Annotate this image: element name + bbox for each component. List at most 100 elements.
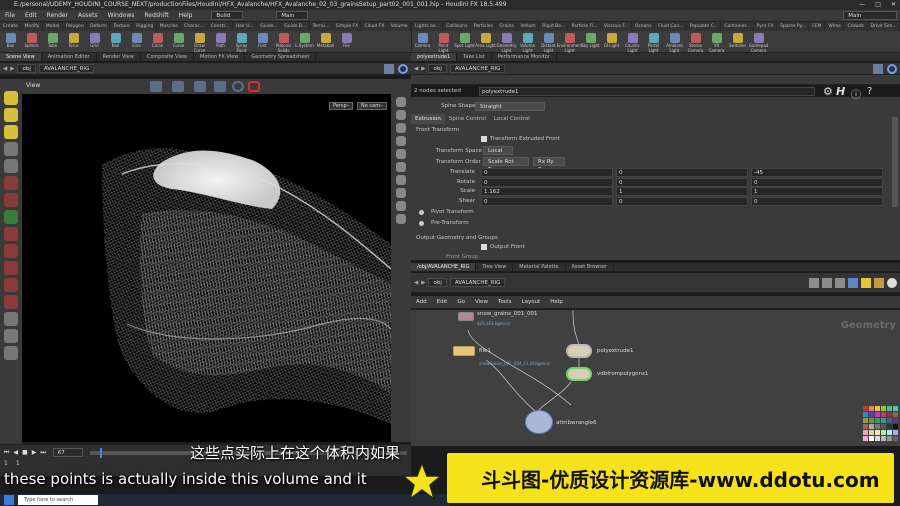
path-node[interactable]: AVALANCHE_RIG (38, 64, 95, 73)
shelf-tab-12[interactable]: Guide B... (281, 22, 310, 31)
shelf-tab-right-12[interactable]: Pyro FX (754, 22, 778, 31)
scene-tab-0[interactable]: Scene View (0, 53, 42, 61)
minimize-icon[interactable]: — (859, 0, 865, 10)
param-path-node[interactable]: AVALANCHE_RIG (449, 64, 506, 73)
palette-swatch-15[interactable] (881, 418, 886, 423)
tool-right-10[interactable]: Caustic Light (622, 33, 643, 53)
tool-7[interactable]: Circle (147, 33, 168, 53)
shelf-tab-right-7[interactable]: Viscous F... (601, 22, 632, 31)
node-name-field[interactable]: polyextrude1 (479, 87, 815, 96)
tool-11[interactable]: Spray Paint (231, 33, 252, 53)
net-menu-5[interactable]: Layout (517, 299, 546, 305)
scene-tab-4[interactable]: Motion FX View (194, 53, 246, 61)
display-icon[interactable] (396, 97, 406, 107)
param-link-icon[interactable] (887, 63, 897, 74)
shelf-tab-right-8[interactable]: Oceans (632, 22, 656, 31)
tool-1[interactable]: Sphere (21, 33, 42, 53)
palette-swatch-19[interactable] (869, 424, 874, 429)
shading-icon[interactable] (396, 110, 406, 120)
pin-icon[interactable] (384, 63, 394, 74)
link-icon[interactable] (398, 63, 408, 74)
menu-help[interactable]: Help (174, 10, 198, 22)
shelf-tab-7[interactable]: Muscles (157, 22, 182, 31)
menu-windows[interactable]: Windows (103, 10, 140, 22)
eye-icon[interactable] (887, 277, 897, 288)
param-tab-0[interactable]: polyextrude1 (411, 53, 458, 61)
shelf-tab-10[interactable]: Hair U... (233, 22, 258, 31)
handle-tool-icon[interactable] (194, 81, 206, 92)
param-path-context[interactable]: obj (428, 64, 447, 73)
range-end[interactable]: 1 (16, 460, 20, 467)
bone-icon[interactable] (4, 261, 18, 275)
play-forward-icon[interactable]: ⏭ (40, 449, 45, 457)
palette-swatch-30[interactable] (863, 436, 868, 441)
node-vdbfrompolygons1[interactable] (566, 367, 592, 381)
network-tab-2[interactable]: Material Palette (513, 263, 566, 271)
tool-2[interactable]: Tube (42, 33, 63, 53)
tool-4[interactable]: Grid (84, 33, 105, 53)
network-editor[interactable]: Geometry snow_grains_001_001 $US.$F4.bge… (411, 310, 900, 446)
tab-extrusion[interactable]: Extrusion (411, 114, 445, 124)
grid-icon[interactable] (396, 188, 406, 198)
shelf-tab-11[interactable]: Guide... (257, 22, 282, 31)
maximize-icon[interactable]: □ (875, 0, 881, 10)
tool-right-9[interactable]: GI Light (601, 33, 622, 53)
shelf-tab-right-16[interactable]: Crowds (844, 22, 868, 31)
shelf-tab-right-3[interactable]: Grains (496, 22, 518, 31)
network-box-icon[interactable] (874, 277, 884, 288)
points-icon[interactable] (396, 149, 406, 159)
param-pin-icon[interactable] (873, 63, 883, 74)
menu-edit[interactable]: Edit (20, 10, 42, 22)
param-tab-1[interactable]: Take List (457, 53, 492, 61)
shelf-tab-right-4[interactable]: Vellum (517, 22, 540, 31)
tool-13[interactable]: Platonic Solids (273, 33, 294, 53)
palette-swatch-1[interactable] (869, 406, 874, 411)
arrange-icon[interactable] (822, 277, 832, 288)
menu-file[interactable]: File (0, 10, 20, 22)
shelf-tab-right-0[interactable]: Lights an... (412, 22, 444, 31)
shelf-tab-right-10[interactable]: Populate C... (687, 22, 722, 31)
tool-right-0[interactable]: Camera (412, 33, 433, 53)
scene-tab-2[interactable]: Render View (97, 53, 141, 61)
shelf-tab-right-15[interactable]: Wires (825, 22, 845, 31)
tool-12[interactable]: Font (252, 33, 273, 53)
lights-icon[interactable] (396, 175, 406, 185)
tool-right-13[interactable]: Stereo Camera (685, 33, 706, 53)
menu-assets[interactable]: Assets (73, 10, 103, 22)
scene-tab-5[interactable]: Geometry Spreadsheet (245, 53, 317, 61)
frame-field[interactable]: 67 (52, 448, 83, 457)
xyz-field-1-0[interactable]: 0 (481, 177, 613, 187)
magnet-icon[interactable] (4, 193, 18, 207)
tool-10[interactable]: Path (210, 33, 231, 53)
tool-14[interactable]: L-System (294, 33, 315, 53)
tool-right-3[interactable]: Area Light (475, 33, 496, 53)
tool-6[interactable]: Line (126, 33, 147, 53)
network-tab-0[interactable]: /obj/AVALANCHE_RIG (411, 263, 477, 271)
sticky-note-icon[interactable] (861, 277, 871, 288)
desktop-main-select[interactable]: Main (276, 11, 309, 20)
shelf-tab-6[interactable]: Rigging (133, 22, 157, 31)
network-tab-3[interactable]: Asset Browser (566, 263, 615, 271)
edit-mode-icon[interactable] (4, 108, 18, 122)
close-icon[interactable]: ✕ (891, 0, 896, 10)
tool-right-4[interactable]: Geometry Light (496, 33, 517, 53)
param-tab-2[interactable]: Performance Monitor (492, 53, 557, 61)
net-menu-2[interactable]: Go (452, 299, 470, 305)
camera-tool-icon[interactable] (4, 346, 18, 360)
forward-icon[interactable]: ▶ (7, 66, 14, 72)
tool-right-11[interactable]: Portal Light (643, 33, 664, 53)
tool-right-8[interactable]: Sky Light (580, 33, 601, 53)
shelf-tab-5[interactable]: Texture (110, 22, 134, 31)
scene-tab-3[interactable]: Composite View (141, 53, 194, 61)
record-icon[interactable] (248, 81, 260, 92)
desktop-right-main-select[interactable]: Main (843, 11, 897, 20)
shelf-tab-15[interactable]: Cloud FX (361, 22, 388, 31)
palette-swatch-21[interactable] (881, 424, 886, 429)
layer-icon[interactable] (4, 329, 18, 343)
tool-right-7[interactable]: Environment Light (557, 33, 582, 53)
tool-right-15[interactable]: Switcher (727, 33, 748, 53)
play-reverse-icon[interactable]: ◀ (13, 449, 18, 456)
tool-right-14[interactable]: VR Camera (706, 33, 727, 53)
playhead[interactable] (99, 447, 102, 458)
net-menu-0[interactable]: Add (411, 299, 432, 305)
